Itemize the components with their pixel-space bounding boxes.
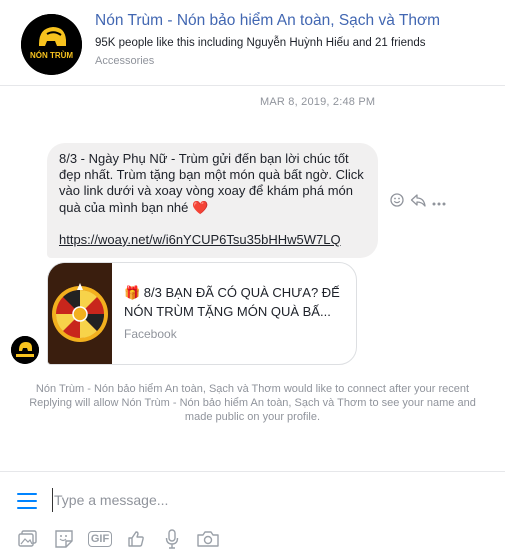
heart-emoji: ❤️: [192, 199, 209, 215]
message-actions: [389, 193, 447, 209]
microphone-icon[interactable]: [161, 528, 183, 550]
gif-icon[interactable]: GIF: [87, 528, 113, 550]
connection-notice: Nón Trùm - Nón bảo hiểm An toàn, Sạch và…: [0, 382, 505, 424]
card-source: Facebook: [124, 327, 177, 341]
helmet-logo-icon: NÓN TRÙM: [21, 14, 82, 75]
page-category: Accessories: [95, 55, 155, 67]
message-input[interactable]: [52, 488, 482, 512]
message-text: 8/3 - Ngày Phụ Nữ - Trùm gửi đến bạn lời…: [59, 151, 368, 215]
smiley-icon[interactable]: [389, 193, 405, 209]
link-preview-card[interactable]: 🎁 8/3 BẠN ĐÃ CÓ QUÀ CHƯA? ĐẾ NÓN TRÙM TẶ…: [47, 262, 357, 365]
sticker-icon[interactable]: [53, 528, 75, 550]
thumbs-up-icon[interactable]: [125, 528, 147, 550]
menu-icon[interactable]: [17, 493, 37, 509]
card-thumbnail: [48, 263, 112, 364]
notice-line-2: Replying will allow Nón Trùm - Nón bảo h…: [29, 397, 476, 409]
page-logo[interactable]: NÓN TRÙM: [21, 14, 82, 75]
helmet-avatar-icon: [11, 336, 39, 364]
svg-text:NÓN TRÙM: NÓN TRÙM: [30, 51, 73, 60]
page-name-link[interactable]: Nón Trùm - Nón bảo hiểm An toàn, Sạch và…: [95, 12, 440, 30]
share-icon[interactable]: [410, 193, 426, 209]
lucky-wheel-icon: [48, 263, 112, 364]
sender-avatar[interactable]: [11, 336, 39, 364]
conversation-header: NÓN TRÙM Nón Trùm - Nón bảo hiểm An toàn…: [0, 0, 505, 86]
message-bubble[interactable]: 8/3 - Ngày Phụ Nữ - Trùm gửi đến bạn lời…: [47, 143, 378, 258]
notice-line-3: made public on your profile.: [184, 411, 321, 423]
card-title[interactable]: 🎁 8/3 BẠN ĐÃ CÓ QUÀ CHƯA? ĐẾ NÓN TRÙM TẶ…: [124, 283, 352, 321]
message-composer: GIF: [0, 471, 505, 560]
message-link[interactable]: https://woay.net/w/i6nYCUP6Tsu35bHHw5W7L…: [59, 232, 366, 248]
camera-icon[interactable]: [197, 528, 219, 550]
message-timestamp: MAR 8, 2019, 2:48 PM: [260, 96, 376, 108]
notice-line-1: Nón Trùm - Nón bảo hiểm An toàn, Sạch và…: [35, 383, 470, 395]
more-icon[interactable]: [431, 193, 447, 209]
gif-label: GIF: [87, 531, 113, 547]
image-icon[interactable]: [17, 528, 39, 550]
page-likes: 95K people like this including Nguyễn Hu…: [95, 37, 426, 49]
composer-tools: GIF: [17, 528, 219, 550]
